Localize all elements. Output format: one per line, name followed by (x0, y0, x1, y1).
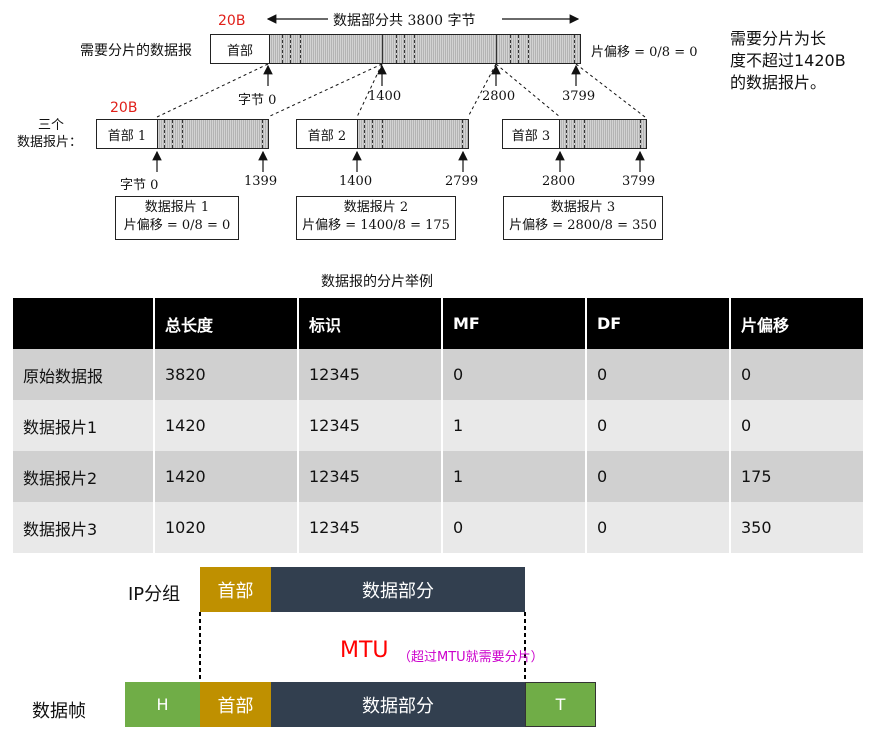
table-cell: 175 (730, 451, 865, 502)
table-cell: 1 (442, 451, 587, 502)
table-cell: 0 (730, 400, 865, 451)
frag3-header-box: 首部 3 (502, 119, 560, 149)
orig-data-box (269, 34, 581, 64)
table-row: 数据报片1 1420 12345 1 0 0 (13, 400, 865, 451)
table-cell: 0 (586, 400, 731, 451)
mtu-note: （超过MTU就需要分片） (398, 650, 544, 665)
table-cell: 数据报片1 (13, 400, 155, 451)
table-header-cell (13, 298, 155, 349)
frag2-data-box (357, 119, 469, 149)
frag3-info-box: 数据报片 3 片偏移 = 2800/8 = 350 (503, 196, 663, 240)
table-header-cell: 标识 (298, 298, 443, 349)
byte0-label: 字节 0 (238, 93, 277, 108)
table-cell: 0 (442, 349, 587, 400)
table-cell: 0 (586, 349, 731, 400)
table-header-cell: MF (442, 298, 587, 349)
table-header-cell: 总长度 (154, 298, 299, 349)
frame-header-block: H (125, 682, 200, 727)
frag2-end-label: 2799 (445, 174, 479, 189)
diagram-caption: 数据报的分片举例 (321, 274, 433, 290)
ip-header-block: 首部 (200, 567, 271, 612)
frag3-info-title: 数据报片 3 (550, 200, 616, 215)
frag1-end-label: 1399 (244, 174, 278, 189)
table-cell: 1420 (154, 400, 299, 451)
frag2-start-label: 1400 (339, 174, 373, 189)
byte3799-label: 3799 (562, 89, 596, 104)
frag3-data-box (559, 119, 647, 149)
frag2-header-box: 首部 2 (296, 119, 358, 149)
frag1-info-box: 数据报片 1 片偏移 = 0/8 = 0 (115, 196, 239, 240)
table-cell: 0 (586, 502, 731, 553)
orig-header-box: 首部 (210, 34, 270, 64)
frag1-info-offset: 片偏移 = 0/8 = 0 (123, 218, 231, 233)
frame-data-block: 数据部分 (271, 682, 525, 727)
byte2800-label: 2800 (482, 89, 516, 104)
ip-packet-label: IP分组 (128, 584, 181, 605)
frag-header-size: 20B (110, 100, 138, 116)
table-header-cell: 片偏移 (730, 298, 865, 349)
frag1-header-box: 首部 1 (96, 119, 158, 149)
table-header-cell: DF (586, 298, 731, 349)
frag1-info-title: 数据报片 1 (144, 200, 210, 215)
table-cell: 0 (442, 502, 587, 553)
frag3-info-offset: 片偏移 = 2800/8 = 350 (509, 218, 657, 233)
table-cell: 1420 (154, 451, 299, 502)
frame-label: 数据帧 (32, 701, 86, 722)
frag3-start-label: 2800 (542, 174, 576, 189)
note-line-2: 度不超过1420B (730, 51, 846, 70)
orig-packet-label: 需要分片的数据报 (80, 43, 192, 59)
orig-offset-label: 片偏移 = 0/8 = 0 (591, 45, 698, 60)
table-header-row: 总长度 标识 MF DF 片偏移 (13, 298, 865, 349)
frag3-end-label: 3799 (622, 174, 656, 189)
table-cell: 数据报片2 (13, 451, 155, 502)
table-cell: 12345 (298, 400, 443, 451)
frag2-info-box: 数据报片 2 片偏移 = 1400/8 = 175 (296, 196, 456, 240)
table-cell: 0 (586, 451, 731, 502)
table-cell: 350 (730, 502, 865, 553)
frag1-data-box (157, 119, 269, 149)
byte1400-label: 1400 (368, 89, 402, 104)
frame-trailer-block: T (525, 682, 596, 727)
table-cell: 原始数据报 (13, 349, 155, 400)
table-cell: 3820 (154, 349, 299, 400)
orig-header-size: 20B (218, 13, 246, 29)
frag2-info-offset: 片偏移 = 1400/8 = 175 (302, 218, 450, 233)
table-cell: 0 (730, 349, 865, 400)
note-line-3: 的数据报片。 (730, 73, 827, 92)
table-row: 数据报片3 1020 12345 0 0 350 (13, 502, 865, 553)
frag2-info-title: 数据报片 2 (343, 200, 409, 215)
frag1-start-label: 字节 0 (120, 178, 159, 193)
fragments-label: 数据报片： (17, 135, 83, 150)
table-row: 原始数据报 3820 12345 0 0 0 (13, 349, 865, 400)
mtu-label: MTU (340, 638, 389, 663)
table-cell: 数据报片3 (13, 502, 155, 553)
fragment-table: 总长度 标识 MF DF 片偏移 原始数据报 3820 12345 0 0 0 … (13, 298, 865, 553)
ip-data-block: 数据部分 (271, 567, 525, 612)
table-cell: 1 (442, 400, 587, 451)
total-data-label: 数据部分共 3800 字节 (333, 13, 476, 29)
fragment-note: 需要分片为长 度不超过1420B 的数据报片。 (730, 28, 846, 94)
note-line-1: 需要分片为长 (730, 29, 827, 48)
table-row: 数据报片2 1420 12345 1 0 175 (13, 451, 865, 502)
table-cell: 12345 (298, 349, 443, 400)
table-cell: 1020 (154, 502, 299, 553)
table-cell: 12345 (298, 502, 443, 553)
frame-ip-header-block: 首部 (200, 682, 271, 727)
table-cell: 12345 (298, 451, 443, 502)
